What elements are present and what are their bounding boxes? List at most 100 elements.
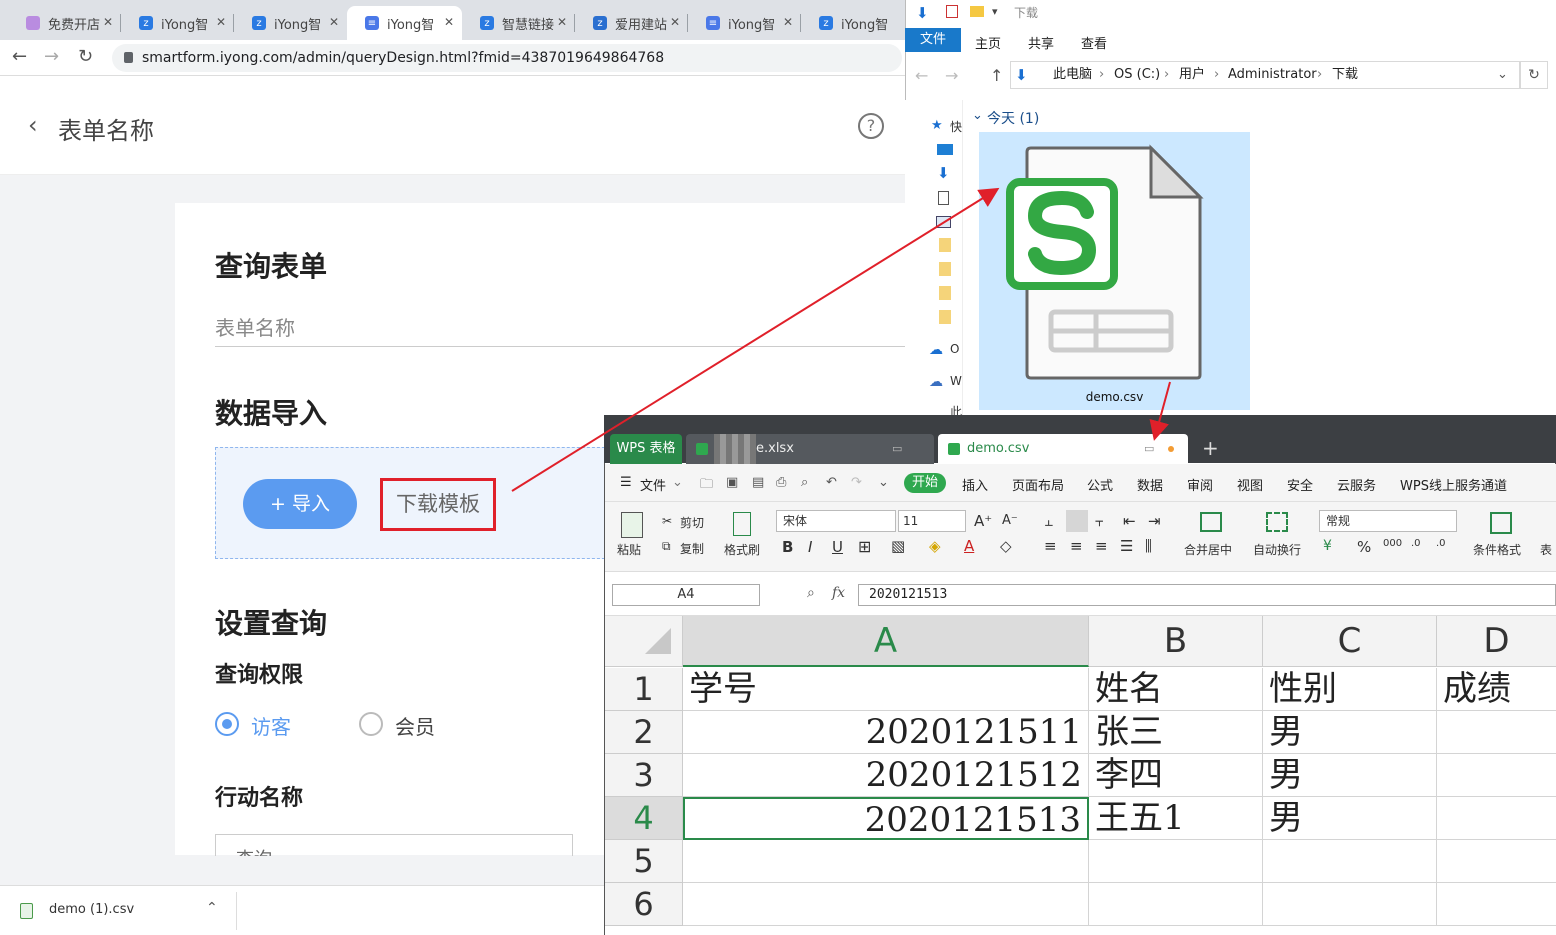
- cell[interactable]: 成绩: [1437, 668, 1556, 711]
- cell[interactable]: 姓名: [1089, 668, 1263, 711]
- row-header[interactable]: 6: [605, 883, 683, 926]
- group-header-today[interactable]: 今天 (1): [987, 108, 1039, 128]
- browser-tab[interactable]: z iYong智 ✕: [121, 6, 234, 40]
- close-icon[interactable]: ✕: [670, 15, 680, 29]
- breadcrumb-item[interactable]: Administrator: [1228, 62, 1317, 88]
- name-box[interactable]: A4: [612, 584, 760, 606]
- align-middle-icon[interactable]: [1066, 510, 1088, 532]
- ribbon-tab-view[interactable]: 查看: [1081, 33, 1107, 52]
- breadcrumb-item[interactable]: OS (C:): [1114, 62, 1160, 88]
- font-grow-icon[interactable]: A⁺: [974, 512, 992, 530]
- folder-icon[interactable]: [970, 6, 984, 17]
- close-icon[interactable]: ✕: [216, 15, 226, 29]
- increase-decimal-icon[interactable]: .0: [1411, 538, 1421, 549]
- help-icon[interactable]: ?: [858, 113, 884, 139]
- cell[interactable]: 男: [1263, 711, 1437, 754]
- menu-review[interactable]: 审阅: [1187, 475, 1213, 494]
- ribbon-tab-share[interactable]: 共享: [1028, 33, 1054, 52]
- close-icon[interactable]: ✕: [444, 15, 454, 29]
- border-icon[interactable]: ⊞: [858, 537, 871, 556]
- reload-icon[interactable]: ↻: [78, 46, 93, 67]
- number-format-select[interactable]: 常规: [1319, 510, 1457, 532]
- cell[interactable]: 学号: [683, 668, 1089, 711]
- wps-brand-tab[interactable]: WPS 表格: [610, 434, 682, 464]
- chevron-down-icon[interactable]: ⌄: [878, 475, 889, 490]
- cell[interactable]: [683, 883, 1089, 926]
- row-header[interactable]: 2: [605, 711, 683, 754]
- align-center-icon[interactable]: ≡: [1070, 537, 1083, 555]
- align-top-icon[interactable]: ⫠: [1044, 512, 1053, 530]
- formula-input[interactable]: 2020121513: [858, 584, 1556, 606]
- copy-button[interactable]: 复制: [680, 540, 704, 557]
- cell[interactable]: 男: [1263, 754, 1437, 797]
- chevron-down-icon[interactable]: ⌄: [672, 475, 683, 490]
- table-style-button[interactable]: 表: [1540, 541, 1552, 558]
- up-arrow-icon[interactable]: ↑: [990, 66, 1003, 85]
- cell[interactable]: 性别: [1263, 668, 1437, 711]
- refresh-icon[interactable]: ↻: [1520, 61, 1548, 89]
- folder-icon[interactable]: [939, 286, 951, 300]
- browser-tab[interactable]: z 智慧链接 ✕: [462, 6, 575, 40]
- folder-icon[interactable]: [939, 238, 951, 252]
- nav-item-quick[interactable]: 快: [950, 118, 962, 135]
- new-tab-plus-icon[interactable]: +: [1202, 436, 1219, 460]
- forward-arrow-icon[interactable]: →: [945, 66, 958, 85]
- import-button[interactable]: + 导入: [243, 479, 357, 529]
- browser-tab[interactable]: z iYong智: [801, 6, 905, 40]
- zoom-search-icon[interactable]: ⌕: [807, 585, 815, 601]
- select-all-corner[interactable]: [605, 616, 683, 667]
- url-input[interactable]: smartform.iyong.com/admin/queryDesign.ht…: [112, 44, 902, 72]
- menu-cloud[interactable]: 云服务: [1337, 475, 1376, 494]
- cell[interactable]: [1089, 840, 1263, 883]
- folder-icon[interactable]: [939, 262, 951, 276]
- wps-doc-tab-xlsx[interactable]: e.xlsx ▭: [686, 434, 934, 464]
- download-template-button[interactable]: 下载模板: [380, 478, 496, 531]
- underline-icon[interactable]: U: [832, 538, 843, 556]
- browser-tab[interactable]: 免费开店 ✕: [8, 6, 121, 40]
- outdent-icon[interactable]: ⇤: [1123, 512, 1136, 530]
- row-header[interactable]: 3: [605, 754, 683, 797]
- close-icon[interactable]: ✕: [103, 15, 113, 29]
- nav-item-onedrive[interactable]: O: [950, 342, 959, 356]
- menu-data[interactable]: 数据: [1137, 475, 1163, 494]
- menu-home[interactable]: 开始: [904, 473, 946, 493]
- cell[interactable]: 男: [1263, 797, 1437, 840]
- cell[interactable]: 李四: [1089, 754, 1263, 797]
- breadcrumb-item[interactable]: 用户: [1179, 62, 1205, 88]
- ribbon-tab-file[interactable]: 文件: [905, 28, 961, 52]
- radio-member[interactable]: [359, 712, 383, 736]
- pdf-icon[interactable]: ▤: [752, 475, 764, 490]
- font-size-select[interactable]: 11: [898, 510, 966, 532]
- print-icon[interactable]: ⎙: [776, 475, 786, 490]
- cell[interactable]: 2020121511: [683, 711, 1089, 754]
- font-family-select[interactable]: 宋体: [776, 510, 896, 532]
- preview-icon[interactable]: ⌕: [801, 475, 808, 490]
- align-left-icon[interactable]: ≡: [1044, 537, 1057, 555]
- conditional-format-icon[interactable]: [1490, 512, 1512, 534]
- format-painter-button[interactable]: 格式刷: [724, 541, 760, 558]
- cell[interactable]: [1263, 883, 1437, 926]
- cell[interactable]: [1437, 711, 1556, 754]
- italic-icon[interactable]: I: [808, 538, 812, 556]
- paste-label[interactable]: 粘贴: [617, 541, 641, 558]
- font-shrink-icon[interactable]: A⁻: [1002, 513, 1018, 528]
- properties-icon[interactable]: [946, 5, 958, 18]
- forward-arrow-icon[interactable]: →: [44, 46, 59, 67]
- close-icon[interactable]: ✕: [783, 15, 793, 29]
- menu-security[interactable]: 安全: [1287, 475, 1313, 494]
- paste-icon[interactable]: [621, 512, 643, 538]
- cell[interactable]: [1437, 754, 1556, 797]
- decrease-decimal-icon[interactable]: .0: [1436, 538, 1446, 549]
- folder-icon[interactable]: [939, 310, 951, 324]
- ribbon-tab-home[interactable]: 主页: [975, 33, 1001, 52]
- cell[interactable]: [683, 840, 1089, 883]
- row-header[interactable]: 5: [605, 840, 683, 883]
- percent-icon[interactable]: %: [1357, 538, 1371, 556]
- download-item[interactable]: demo (1).csv: [49, 902, 134, 917]
- merge-center-icon[interactable]: [1200, 512, 1222, 532]
- monitor-icon[interactable]: ▭: [892, 434, 902, 464]
- column-header-b[interactable]: B: [1089, 616, 1263, 667]
- undo-icon[interactable]: ↶: [826, 475, 837, 490]
- form-name-field[interactable]: 表单名称: [215, 312, 295, 341]
- eraser-icon[interactable]: ◇: [1000, 537, 1012, 555]
